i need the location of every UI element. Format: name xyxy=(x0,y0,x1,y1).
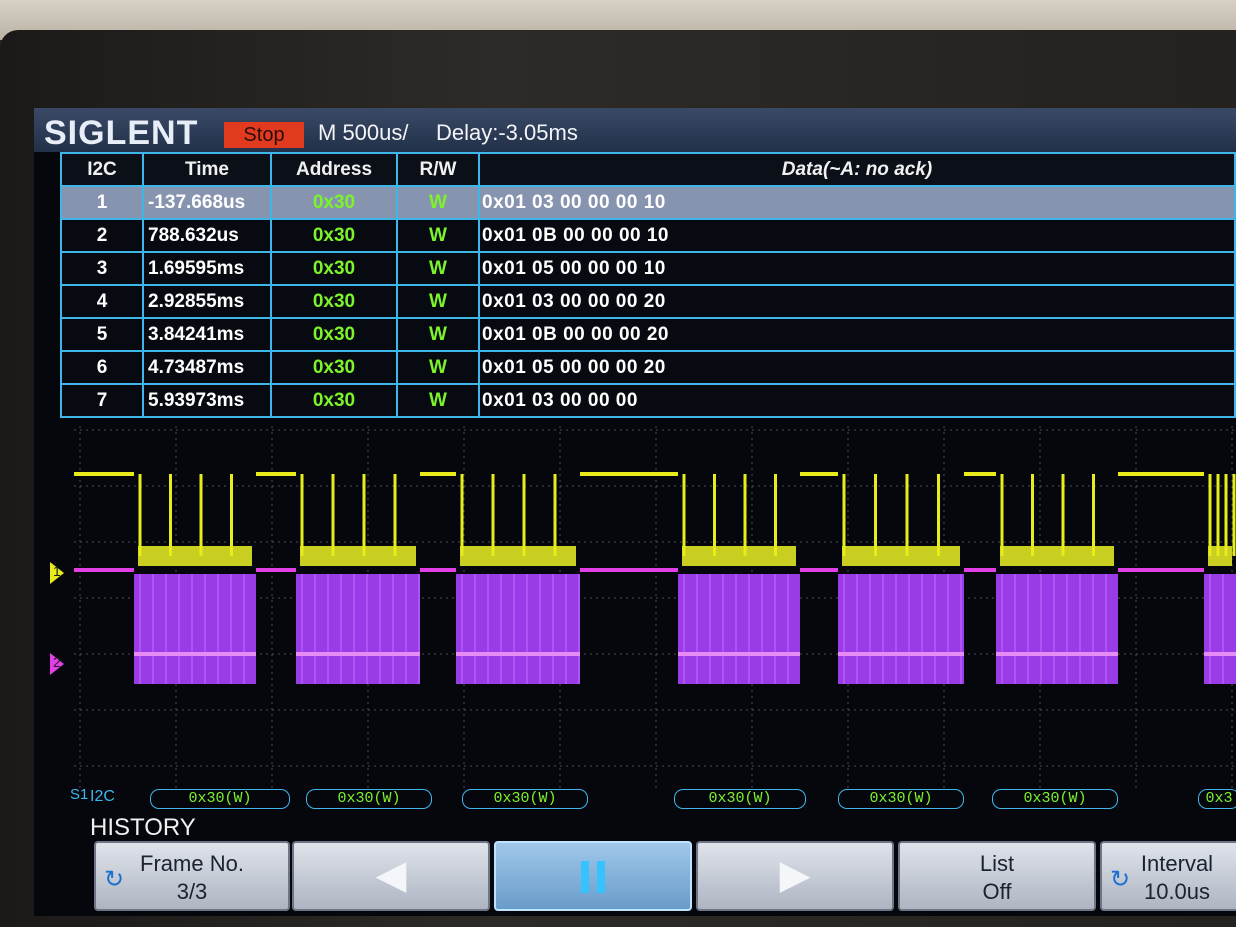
row-index: 6 xyxy=(60,350,144,385)
row-address: 0x30 xyxy=(270,284,398,319)
table-row[interactable]: 4 2.92855ms 0x30 W 0x01 03 00 00 00 20 xyxy=(60,284,1236,319)
table-row[interactable]: 5 3.84241ms 0x30 W 0x01 0B 00 00 00 20 xyxy=(60,317,1236,352)
bus-packet: 0x30(W) xyxy=(462,789,588,809)
row-rw: W xyxy=(396,317,480,352)
i2c-decode-table: I2C Time Address R/W Data(~A: no ack) 1 … xyxy=(60,152,1236,418)
channel-2-label: 2 xyxy=(53,654,61,670)
table-row[interactable]: 7 5.93973ms 0x30 W 0x01 03 00 00 00 xyxy=(60,383,1236,418)
table-row[interactable]: 3 1.69595ms 0x30 W 0x01 05 00 00 00 10 xyxy=(60,251,1236,286)
table-row[interactable]: 6 4.73487ms 0x30 W 0x01 05 00 00 00 20 xyxy=(60,350,1236,385)
pause-softkey[interactable] xyxy=(494,841,692,911)
i2c-bus-decode: S1 I2C 0x30(W) 0x30(W) 0x30(W) 0x30(W) 0… xyxy=(70,786,1236,812)
row-time: 5.93973ms xyxy=(142,383,272,418)
channel-1-burst xyxy=(460,546,576,566)
row-index: 2 xyxy=(60,218,144,253)
bus-packet: 0x30(W) xyxy=(306,789,432,809)
pause-icon xyxy=(577,861,609,899)
bus-packet: 0x30(W) xyxy=(674,789,806,809)
row-data: 0x01 05 00 00 00 20 xyxy=(478,350,1236,385)
column-header-rw: R/W xyxy=(396,152,480,187)
channel-1-burst xyxy=(842,546,960,566)
table-row[interactable]: 1 -137.668us 0x30 W 0x01 03 00 00 00 10 xyxy=(60,185,1236,220)
row-index: 4 xyxy=(60,284,144,319)
list-label: List xyxy=(979,851,1015,876)
row-address: 0x30 xyxy=(270,350,398,385)
delay-readout[interactable]: Delay:-3.05ms xyxy=(436,120,578,146)
channel-2-burst xyxy=(134,574,256,684)
row-rw: W xyxy=(396,218,480,253)
bus-packet: 0x30(W) xyxy=(992,789,1118,809)
row-address: 0x30 xyxy=(270,383,398,418)
column-header-i2c: I2C xyxy=(60,152,144,187)
row-index: 5 xyxy=(60,317,144,352)
row-rw: W xyxy=(396,350,480,385)
column-header-address: Address xyxy=(270,152,398,187)
row-time: 788.632us xyxy=(142,218,272,253)
row-address: 0x30 xyxy=(270,185,398,220)
row-address: 0x30 xyxy=(270,218,398,253)
channel-2-burst xyxy=(996,574,1118,684)
rotate-knob-icon: ↻ xyxy=(104,866,125,893)
brand-logo: SIGLENT xyxy=(44,114,199,152)
row-data: 0x01 03 00 00 00 20 xyxy=(478,284,1236,319)
channel-1-burst xyxy=(682,546,796,566)
channel-2-burst xyxy=(678,574,800,684)
frame-number-label: Frame No. xyxy=(140,851,244,876)
previous-frame-softkey[interactable]: ◀ xyxy=(292,841,490,911)
channel-1-burst xyxy=(300,546,416,566)
row-data: 0x01 03 00 00 00 xyxy=(478,383,1236,418)
channel-1-trace xyxy=(74,472,1236,566)
status-bar: SIGLENT Stop M 500us/ Delay:-3.05ms xyxy=(34,108,1236,152)
next-frame-softkey[interactable]: ▶ xyxy=(696,841,894,911)
row-time: 2.92855ms xyxy=(142,284,272,319)
row-rw: W xyxy=(396,251,480,286)
column-header-time: Time xyxy=(142,152,272,187)
bus-name: I2C xyxy=(90,788,115,805)
run-state-badge[interactable]: Stop xyxy=(224,122,304,148)
scope-screen: SIGLENT Stop M 500us/ Delay:-3.05ms I2C … xyxy=(34,108,1236,916)
channel-1-burst xyxy=(1208,546,1232,566)
arrow-right-icon: ▶ xyxy=(779,853,811,897)
row-time: -137.668us xyxy=(142,185,272,220)
row-time: 4.73487ms xyxy=(142,350,272,385)
row-data: 0x01 03 00 00 00 10 xyxy=(478,185,1236,220)
table-row[interactable]: 2 788.632us 0x30 W 0x01 0B 00 00 00 10 xyxy=(60,218,1236,253)
row-address: 0x30 xyxy=(270,251,398,286)
row-data: 0x01 0B 00 00 00 20 xyxy=(478,317,1236,352)
row-rw: W xyxy=(396,284,480,319)
bus-packet: 0x3 xyxy=(1198,789,1236,809)
arrow-left-icon: ◀ xyxy=(375,853,407,897)
row-time: 3.84241ms xyxy=(142,317,272,352)
row-data: 0x01 0B 00 00 00 10 xyxy=(478,218,1236,253)
channel-1-burst xyxy=(1000,546,1114,566)
frame-number-value: 3/3 xyxy=(176,879,208,904)
list-softkey[interactable]: List Off xyxy=(898,841,1096,911)
history-label: HISTORY xyxy=(90,814,196,841)
frame-number-softkey[interactable]: ↻ Frame No. 3/3 xyxy=(94,841,290,911)
row-rw: W xyxy=(396,185,480,220)
row-index: 7 xyxy=(60,383,144,418)
waveform-display[interactable] xyxy=(74,426,1236,788)
channel-2-burst xyxy=(1204,574,1236,684)
row-data: 0x01 05 00 00 00 10 xyxy=(478,251,1236,286)
row-rw: W xyxy=(396,383,480,418)
bus-packet: 0x30(W) xyxy=(838,789,964,809)
row-time: 1.69595ms xyxy=(142,251,272,286)
row-index: 1 xyxy=(60,185,144,220)
list-value: Off xyxy=(982,879,1012,904)
bus-tag: S1 xyxy=(70,786,89,803)
row-address: 0x30 xyxy=(270,317,398,352)
channel-2-trace xyxy=(74,568,1236,684)
rotate-knob-icon: ↻ xyxy=(1110,866,1131,893)
channel-1-burst xyxy=(138,546,252,566)
bus-packet: 0x30(W) xyxy=(150,789,290,809)
interval-softkey[interactable]: ↻ Interval 10.0us xyxy=(1100,841,1236,911)
channel-1-label: 1 xyxy=(53,563,61,579)
timebase-readout[interactable]: M 500us/ xyxy=(318,120,409,146)
row-index: 3 xyxy=(60,251,144,286)
column-header-data: Data(~A: no ack) xyxy=(478,152,1236,187)
